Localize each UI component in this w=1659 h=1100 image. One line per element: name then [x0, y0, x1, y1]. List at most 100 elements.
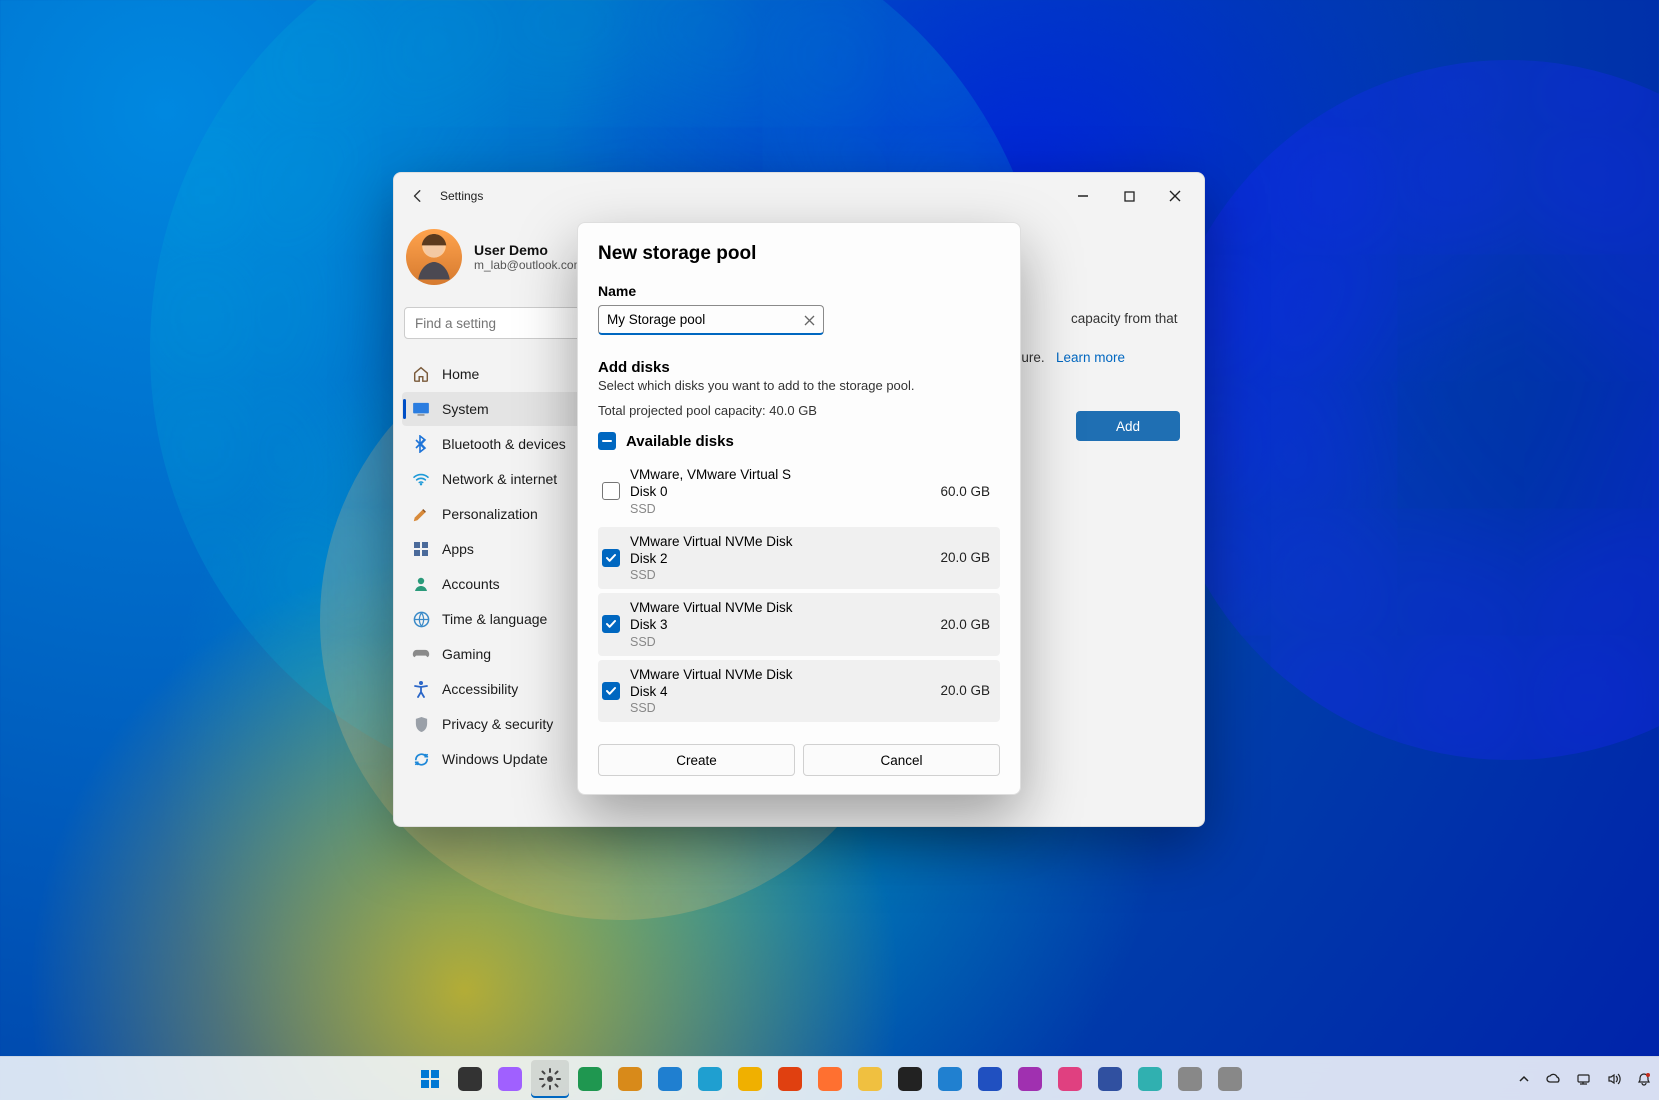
nav-label: Accounts	[442, 576, 500, 592]
taskbar-edge-canary[interactable]	[611, 1060, 649, 1098]
taskbar-settings[interactable]	[531, 1060, 569, 1098]
pool-name-input[interactable]	[598, 305, 824, 335]
nav-icon	[412, 540, 430, 558]
nav-label: Gaming	[442, 646, 491, 662]
disk-info: VMware Virtual NVMe Disk Disk 2 SSD	[630, 533, 930, 584]
taskbar-edge[interactable]	[571, 1060, 609, 1098]
disk-type: SSD	[630, 567, 930, 583]
disk-size: 20.0 GB	[940, 550, 990, 565]
taskbar-center	[411, 1060, 1249, 1098]
nav-icon	[412, 610, 430, 628]
dialog-title: New storage pool	[598, 243, 1000, 265]
close-button[interactable]	[1152, 180, 1198, 212]
disk-number: Disk 4	[630, 683, 930, 700]
nav-icon	[412, 750, 430, 768]
nav-icon	[412, 575, 430, 593]
nav-icon	[412, 505, 430, 523]
titlebar: Settings	[394, 173, 1204, 219]
wallpaper-ring	[1159, 60, 1659, 760]
taskbar-copilot[interactable]	[491, 1060, 529, 1098]
taskbar-firefox[interactable]	[811, 1060, 849, 1098]
cancel-button[interactable]: Cancel	[803, 744, 1000, 776]
minimize-button[interactable]	[1060, 180, 1106, 212]
add-disks-description: Select which disks you want to add to th…	[598, 378, 1000, 393]
nav-label: Home	[442, 366, 479, 382]
taskbar-task-view[interactable]	[451, 1060, 489, 1098]
nav-label: Apps	[442, 541, 474, 557]
tristate-checkbox[interactable]	[598, 432, 616, 450]
taskbar-snip[interactable]	[1091, 1060, 1129, 1098]
available-disks-label: Available disks	[626, 433, 734, 450]
disk-number: Disk 0	[630, 483, 930, 500]
disk-type: SSD	[630, 501, 930, 517]
taskbar-chrome[interactable]	[771, 1060, 809, 1098]
nav-label: Time & language	[442, 611, 547, 627]
disk-info: VMware Virtual NVMe Disk Disk 4 SSD	[630, 666, 930, 717]
nav-label: Privacy & security	[442, 716, 553, 732]
nav-label: Windows Update	[442, 751, 548, 767]
nav-icon	[412, 400, 430, 418]
taskbar-word[interactable]	[971, 1060, 1009, 1098]
learn-more-link[interactable]: Learn more	[1056, 350, 1125, 365]
onedrive-icon[interactable]	[1545, 1070, 1563, 1088]
account-email: m_lab@outlook.com	[474, 258, 584, 272]
nav-icon	[412, 435, 430, 453]
clear-name-button[interactable]	[798, 309, 820, 331]
avatar	[406, 229, 462, 285]
disk-row[interactable]: VMware Virtual NVMe Disk Disk 2 SSD 20.0…	[598, 527, 1000, 590]
disk-name: VMware Virtual NVMe Disk	[630, 533, 930, 550]
disk-number: Disk 2	[630, 550, 930, 567]
disk-type: SSD	[630, 700, 930, 716]
disk-checkbox[interactable]	[602, 482, 620, 500]
taskbar	[0, 1056, 1659, 1100]
taskbar-vscode[interactable]	[931, 1060, 969, 1098]
disk-name: VMware, VMware Virtual S	[630, 466, 930, 483]
volume-icon[interactable]	[1605, 1070, 1623, 1088]
capacity-line: Total projected pool capacity: 40.0 GB	[598, 403, 1000, 418]
disk-info: VMware Virtual NVMe Disk Disk 3 SSD	[630, 599, 930, 650]
disk-checkbox[interactable]	[602, 682, 620, 700]
disk-checkbox[interactable]	[602, 615, 620, 633]
taskbar-start[interactable]	[411, 1060, 449, 1098]
system-tray[interactable]	[1515, 1070, 1653, 1088]
disk-info: VMware, VMware Virtual S Disk 0 SSD	[630, 466, 930, 517]
taskbar-onenote[interactable]	[1011, 1060, 1049, 1098]
disk-size: 60.0 GB	[940, 484, 990, 499]
disk-list: VMware, VMware Virtual S Disk 0 SSD 60.0…	[598, 460, 1000, 722]
taskbar-chrome-canary[interactable]	[731, 1060, 769, 1098]
nav-label: Network & internet	[442, 471, 557, 487]
nav-icon	[412, 365, 430, 383]
notifications-icon[interactable]	[1635, 1070, 1653, 1088]
disk-size: 20.0 GB	[940, 683, 990, 698]
add-storage-pool-button[interactable]: Add	[1076, 411, 1180, 441]
taskbar-edge-dev[interactable]	[691, 1060, 729, 1098]
nav-icon	[412, 645, 430, 663]
network-icon[interactable]	[1575, 1070, 1593, 1088]
nav-icon	[412, 680, 430, 698]
disk-row[interactable]: VMware Virtual NVMe Disk Disk 4 SSD 20.0…	[598, 660, 1000, 723]
disk-number: Disk 3	[630, 616, 930, 633]
taskbar-app2[interactable]	[1211, 1060, 1249, 1098]
disk-row[interactable]: VMware Virtual NVMe Disk Disk 3 SSD 20.0…	[598, 593, 1000, 656]
nav-icon	[412, 470, 430, 488]
taskbar-powertoys[interactable]	[1131, 1060, 1169, 1098]
disk-name: VMware Virtual NVMe Disk	[630, 666, 930, 683]
chevron-up-icon[interactable]	[1515, 1070, 1533, 1088]
disk-name: VMware Virtual NVMe Disk	[630, 599, 930, 616]
taskbar-edge-beta[interactable]	[651, 1060, 689, 1098]
taskbar-file-explorer[interactable]	[851, 1060, 889, 1098]
nav-label: Accessibility	[442, 681, 518, 697]
maximize-button[interactable]	[1106, 180, 1152, 212]
taskbar-terminal[interactable]	[891, 1060, 929, 1098]
nav-label: System	[442, 401, 489, 417]
taskbar-app1[interactable]	[1171, 1060, 1209, 1098]
nav-label: Personalization	[442, 506, 538, 522]
back-button[interactable]	[404, 182, 432, 210]
new-storage-pool-dialog: New storage pool Name Add disks Select w…	[577, 222, 1021, 795]
nav-label: Bluetooth & devices	[442, 436, 566, 452]
available-disks-header[interactable]: Available disks	[598, 432, 1000, 450]
disk-row[interactable]: VMware, VMware Virtual S Disk 0 SSD 60.0…	[598, 460, 1000, 523]
create-button[interactable]: Create	[598, 744, 795, 776]
taskbar-photos[interactable]	[1051, 1060, 1089, 1098]
disk-checkbox[interactable]	[602, 549, 620, 567]
